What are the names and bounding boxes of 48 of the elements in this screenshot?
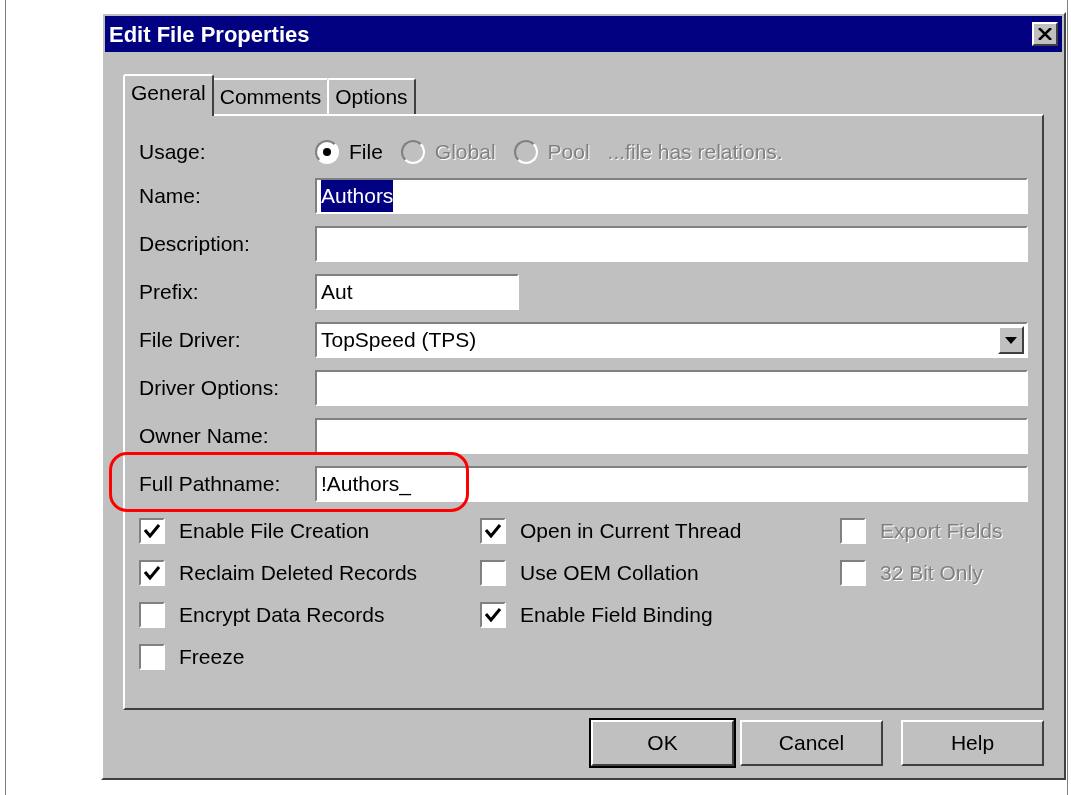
relations-note: ...file has relations. xyxy=(607,139,783,166)
check-icon xyxy=(144,524,160,538)
field-label: Prefix: xyxy=(139,279,200,306)
text-field[interactable] xyxy=(315,226,1028,262)
checkbox[interactable] xyxy=(480,602,506,628)
field-label: Description: xyxy=(139,231,251,258)
dialog-button[interactable]: OK xyxy=(591,720,734,766)
checkbox-label: 32 Bit Only xyxy=(880,560,983,587)
checkbox[interactable] xyxy=(139,518,165,544)
tab[interactable]: General xyxy=(123,74,214,116)
checkbox-label: Reclaim Deleted Records xyxy=(179,560,418,587)
checkbox-label: Enable File Creation xyxy=(179,518,370,545)
window-title: Edit File Properties xyxy=(109,20,310,49)
checkbox-label: Freeze xyxy=(179,644,245,671)
check-icon xyxy=(485,524,501,538)
checkbox[interactable] xyxy=(139,644,165,670)
radio-label: Pool xyxy=(547,139,590,166)
checkbox-label: Enable Field Binding xyxy=(520,602,713,629)
text-field[interactable] xyxy=(315,418,1028,454)
text-field[interactable]: Aut xyxy=(315,274,519,310)
text-field[interactable] xyxy=(315,370,1028,406)
dialog-button[interactable]: Help xyxy=(901,720,1044,766)
text-field[interactable]: Authors xyxy=(315,178,1028,214)
tab[interactable]: Options xyxy=(327,78,416,114)
checkbox-label: Open in Current Thread xyxy=(520,518,742,545)
checkbox-label: Export Fields xyxy=(880,518,1003,545)
check-icon xyxy=(485,608,501,622)
check-icon xyxy=(144,566,160,580)
radio-label: Global xyxy=(434,139,496,166)
checkbox[interactable] xyxy=(139,560,165,586)
field-label: File Driver: xyxy=(139,327,242,354)
radio-button[interactable] xyxy=(315,140,339,164)
field-label: Full Pathname: xyxy=(139,471,282,498)
checkbox-label: Encrypt Data Records xyxy=(179,602,385,629)
dialog-button[interactable]: Cancel xyxy=(740,720,883,766)
field-label: Usage: xyxy=(139,139,207,166)
checkbox[interactable] xyxy=(139,602,165,628)
checkbox[interactable] xyxy=(480,560,506,586)
text-field[interactable]: !Authors_ xyxy=(315,466,1028,502)
close-icon xyxy=(1038,28,1052,40)
checkbox-label: Use OEM Collation xyxy=(520,560,699,587)
close-button[interactable] xyxy=(1032,22,1058,46)
dropdown[interactable]: TopSpeed (TPS) xyxy=(315,322,1028,358)
checkbox[interactable] xyxy=(480,518,506,544)
radio-label: File xyxy=(349,139,383,166)
field-label: Name: xyxy=(139,183,202,210)
field-label: Driver Options: xyxy=(139,375,281,402)
field-label: Owner Name: xyxy=(139,423,270,450)
